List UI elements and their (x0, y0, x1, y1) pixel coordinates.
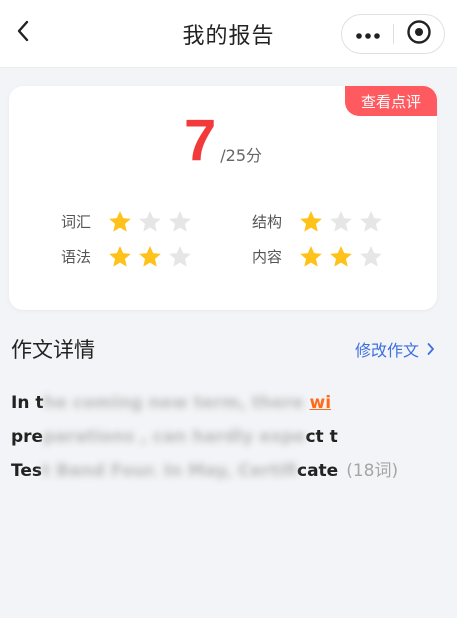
essay-text: cate (297, 461, 339, 481)
mini-program-capsule (341, 14, 445, 54)
star-filled-icon (105, 243, 135, 269)
close-circle-icon (406, 19, 432, 49)
score-value: 7 (183, 108, 217, 173)
star-group (296, 208, 386, 234)
rating-grammar: 语法 (61, 243, 195, 269)
star-filled-icon (135, 243, 165, 269)
star-group (105, 243, 195, 269)
essay-text: ct t (305, 427, 338, 447)
star-empty-icon (165, 243, 195, 269)
star-filled-icon (326, 243, 356, 269)
essay-text-blurred: t Band Four. In May, Certifi (42, 461, 297, 481)
edit-essay-label: 修改作文 (354, 341, 419, 360)
close-button[interactable] (394, 15, 444, 53)
word-count: (18词) (346, 461, 399, 481)
essay-text: Tes (11, 461, 42, 481)
essay-line: preparations , can hardly expect t (11, 420, 441, 454)
rating-label: 词汇 (61, 212, 92, 231)
essay-text: pre (11, 427, 44, 447)
more-button[interactable] (342, 15, 393, 53)
rating-structure: 结构 (252, 208, 386, 234)
edit-essay-link[interactable]: 修改作文 (355, 337, 435, 361)
rating-label: 语法 (61, 247, 92, 266)
score-total: /25分 (220, 146, 263, 165)
rating-label: 内容 (252, 247, 283, 266)
star-empty-icon (356, 243, 386, 269)
rating-vocabulary: 词汇 (61, 208, 195, 234)
star-empty-icon (326, 208, 356, 234)
chevron-right-icon (427, 342, 435, 356)
more-dots-icon (355, 25, 381, 44)
star-filled-icon (296, 208, 326, 234)
star-group (296, 243, 386, 269)
essay-line: Test Band Four. In May, Certificate (18词) (11, 454, 441, 488)
essay-text-blurred: he coming new term, there (43, 393, 310, 413)
rating-content: 内容 (252, 243, 386, 269)
report-page: 我的报告 查看点评 7 /25分 词汇 结构 语法 内容 作文详情 修改作文 I… (0, 0, 457, 618)
star-filled-icon (105, 208, 135, 234)
essay-highlight-word[interactable]: wi (310, 393, 332, 413)
nav-bar: 我的报告 (0, 0, 457, 68)
score-display: 7 /25分 (9, 112, 437, 170)
star-empty-icon (165, 208, 195, 234)
essay-line: In the coming new term, there wi (11, 386, 441, 420)
essay-text-blurred: parations , can hardly expe (43, 427, 306, 447)
score-card: 查看点评 7 /25分 词汇 结构 语法 内容 (9, 86, 437, 310)
rating-label: 结构 (252, 212, 283, 231)
star-group (105, 208, 195, 234)
essay-preview[interactable]: In the coming new term, there wi prepara… (11, 386, 441, 488)
star-empty-icon (135, 208, 165, 234)
star-filled-icon (296, 243, 326, 269)
star-empty-icon (356, 208, 386, 234)
essay-text: In t (11, 393, 44, 413)
section-title: 作文详情 (11, 338, 95, 362)
